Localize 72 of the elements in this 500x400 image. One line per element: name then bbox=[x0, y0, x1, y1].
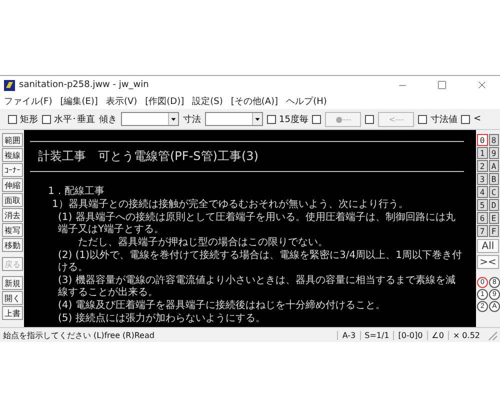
layer-button[interactable]: 1 bbox=[477, 147, 488, 159]
status-cell: [0-0]0 bbox=[393, 330, 427, 340]
layer-button[interactable]: C bbox=[488, 186, 499, 198]
drawing-text: (3) 機器容量が電線の許容電流値より小さいときは、器具の容量に相当するまで素線を減線することが出来る。 bbox=[57, 275, 456, 299]
layer-button[interactable]: D bbox=[488, 199, 499, 211]
drawing-text: ただし、器具端子が押ねじ型の場合はこの限りでない。 bbox=[77, 237, 329, 249]
checkbox-label: 15度毎 bbox=[279, 114, 308, 126]
status-cell: S=1/1 bbox=[360, 330, 394, 340]
layer-action-button[interactable]: >< bbox=[477, 255, 499, 269]
drawing-text: (4) 電線及び圧着端子を器具端子に接続後はねじを十分締め付けること。 bbox=[57, 300, 386, 312]
layer-button[interactable]: 4 bbox=[477, 186, 488, 198]
status-cell: A-3 bbox=[337, 330, 360, 340]
tool-button[interactable]: 開く bbox=[2, 291, 23, 305]
drawing-text: (2) (1)以外で、電線を巻付けて接続する場合は、電線を緊密に3/4周以上、1周以下巻き付ける。 bbox=[57, 250, 463, 274]
drawing-title: 計装工事 可とう電線管(PF-S管)工事(3) bbox=[37, 148, 260, 165]
checkbox[interactable] bbox=[42, 114, 51, 124]
checkbox[interactable] bbox=[8, 114, 17, 124]
checkbox-label: 矩形 bbox=[20, 114, 38, 126]
layer-button[interactable]: 5 bbox=[477, 199, 488, 211]
layer-button[interactable]: 8 bbox=[488, 134, 499, 146]
combo-box[interactable] bbox=[205, 112, 263, 126]
drawing-text: 1）器具端子との接続は接触が完全でゆるむおそれが無いよう、次により行う。 bbox=[51, 199, 410, 211]
checkbox[interactable] bbox=[365, 114, 374, 124]
tool-button[interactable]: 範囲 bbox=[2, 133, 23, 147]
drawing-text: (1) 器具端子への接続は原則として圧着端子を用いる。使用圧着端子は、制御回路には丸端子又はY端子とする。 bbox=[57, 212, 456, 236]
app-icon bbox=[4, 80, 15, 90]
status-cell: ∠0 bbox=[426, 330, 448, 340]
checkbox[interactable] bbox=[267, 114, 276, 124]
menu-item[interactable]: ヘルプ(H) bbox=[286, 95, 327, 108]
menu-item[interactable]: 表示(V) bbox=[106, 95, 138, 108]
tool-button[interactable]: 複写 bbox=[2, 223, 23, 237]
tool-button[interactable]: 新規 bbox=[2, 276, 23, 290]
checkbox-label: 水平･垂直 bbox=[54, 114, 95, 126]
layer-button[interactable]: A bbox=[488, 160, 499, 172]
tool-button[interactable]: 伸縮 bbox=[2, 178, 23, 192]
checkbox[interactable] bbox=[312, 114, 322, 124]
status-message: 始点を指示してください (L)free (R)Read bbox=[2, 330, 156, 340]
drawing-text: 1．配線工事 bbox=[47, 186, 106, 198]
tool-button[interactable]: 上書 bbox=[2, 306, 23, 320]
layer-button[interactable]: E bbox=[488, 212, 499, 224]
layer-button[interactable]: 2 bbox=[477, 160, 488, 172]
tool-button[interactable]: 移動 bbox=[2, 238, 23, 252]
layer-action-button[interactable]: All bbox=[477, 239, 499, 253]
close-icon bbox=[476, 79, 488, 91]
maximize-icon bbox=[437, 80, 447, 90]
menu-item[interactable]: 設定(S) bbox=[192, 95, 223, 108]
layer-button[interactable]: 6 bbox=[477, 212, 488, 224]
layer-button[interactable]: F bbox=[488, 225, 499, 237]
layer-button[interactable]: 0 bbox=[477, 134, 488, 146]
drawing-text: (5) 接続点には張力が加わらないようにする。 bbox=[57, 313, 266, 325]
layer-button[interactable]: 7 bbox=[477, 225, 488, 237]
field-label: 寸法 bbox=[183, 114, 201, 126]
checkbox-label: < bbox=[473, 114, 481, 124]
menu-item[interactable]: [編集(E)] bbox=[60, 95, 98, 108]
layer-button[interactable]: 9 bbox=[488, 147, 499, 159]
combo-box[interactable] bbox=[121, 112, 179, 126]
menu-item[interactable]: [作図(D)] bbox=[145, 95, 184, 108]
tool-button[interactable]: ｺｰﾅｰ bbox=[2, 163, 23, 177]
status-cell: × 0.52 bbox=[448, 330, 484, 340]
checkbox-label: 寸法値 bbox=[430, 114, 458, 126]
checkbox[interactable] bbox=[418, 114, 428, 124]
tool-button[interactable]: 複線 bbox=[2, 148, 23, 162]
menu-item[interactable]: ファイル(F) bbox=[4, 95, 52, 108]
layer-button[interactable]: B bbox=[488, 173, 499, 185]
window-title: sanitation-p258.jww - jw_win bbox=[19, 80, 150, 90]
tool-button[interactable]: 面取 bbox=[2, 193, 23, 207]
resize-grip-icon[interactable] bbox=[486, 329, 498, 341]
checkbox[interactable] bbox=[461, 114, 470, 124]
menu-item[interactable]: [その他(A)] bbox=[230, 95, 278, 108]
layer-button[interactable]: 3 bbox=[477, 173, 488, 185]
tool-button[interactable]: 消去 bbox=[2, 208, 23, 222]
field-label: 傾き bbox=[99, 114, 117, 126]
